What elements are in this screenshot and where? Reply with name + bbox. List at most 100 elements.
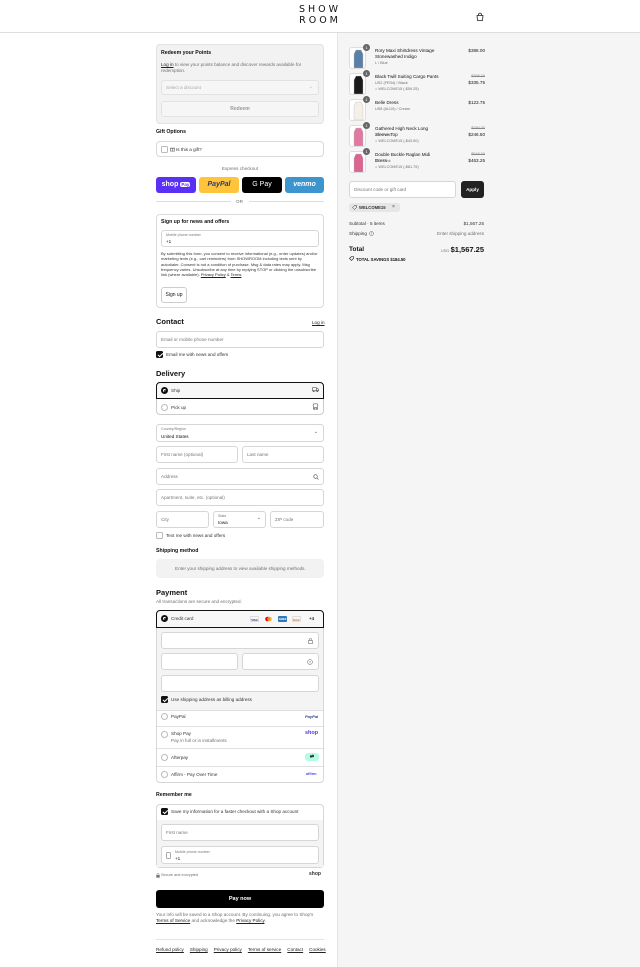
first-name-input[interactable]: First name (optional) (156, 446, 238, 463)
shop-pay-button[interactable]: shop Pay (156, 177, 196, 193)
product-name: Rory Maxi Shirtdress Vintage Stonewashed… (375, 48, 435, 59)
last-name-input[interactable]: Last name (242, 446, 324, 463)
cart-item: 1 Double Buckle Raglan Midi Dress XS / Pin… (349, 148, 485, 175)
discount-select[interactable]: Select a discount ⌄ (161, 80, 319, 95)
chevron-down-icon: ⌄ (308, 84, 313, 90)
discount-code-input[interactable]: Discount code or gift card (349, 181, 456, 198)
gift-icon (170, 147, 175, 152)
svg-text:?: ? (371, 232, 373, 236)
privacy-policy-link[interactable]: Privacy policy (214, 947, 242, 952)
pay-now-button[interactable]: Pay now (156, 890, 324, 908)
paypal-label[interactable]: PayPal (171, 714, 186, 720)
email-offers-checkbox[interactable] (156, 351, 163, 358)
privacy-policy-link[interactable]: Privacy Policy (201, 272, 226, 277)
email-offers-label: Email me with news and offers (166, 352, 229, 357)
shipping-link[interactable]: Shipping (190, 947, 208, 952)
security-code-input[interactable]: ? (242, 653, 319, 670)
afterpay-label[interactable]: Afterpay (171, 755, 188, 761)
city-input[interactable]: City (156, 511, 209, 528)
venmo-button[interactable]: venmo (285, 177, 324, 193)
ship-radio[interactable] (161, 387, 168, 394)
affirm-logo: affirm (306, 772, 317, 776)
shop-pay-radio[interactable] (161, 731, 168, 738)
footer-links: Refund policy Shipping Privacy policy Terms… (156, 947, 332, 953)
lock-icon (308, 638, 313, 644)
original-price: $290.00 (471, 126, 485, 130)
original-price: $545.00 (471, 152, 485, 156)
zip-input[interactable]: ZIP code (270, 511, 324, 528)
pickup-label[interactable]: Pick up (171, 405, 186, 411)
email-input[interactable]: Email or mobile phone number (156, 331, 324, 348)
contact-title: Contact (156, 317, 184, 326)
afterpay-radio[interactable] (161, 754, 168, 761)
contact-login-link[interactable]: Log in (312, 320, 325, 326)
shop-logo: shop (305, 730, 319, 736)
signup-button[interactable]: Sign up (161, 287, 187, 303)
help-icon[interactable]: ? (307, 659, 313, 665)
shop-terms-link[interactable]: Terms of Service (156, 918, 190, 923)
afterpay-icon: ⇄ (305, 753, 319, 761)
billing-same-checkbox[interactable] (161, 696, 168, 703)
shop-privacy-link[interactable]: Privacy Policy (236, 918, 264, 923)
paypal-radio[interactable] (161, 713, 168, 720)
terms-link[interactable]: Terms (231, 272, 242, 277)
shop-pay-label[interactable]: Shop Pay (171, 731, 191, 737)
quantity-badge: 1 (363, 44, 370, 51)
product-price: $123.75 (468, 100, 485, 105)
cardholder-name-input[interactable] (161, 675, 319, 692)
quantity-badge: 1 (363, 122, 370, 129)
country-select[interactable]: Country/Region United States ⌄ (156, 424, 324, 442)
secure-label: Secure and encrypted (161, 873, 199, 877)
payment-subtitle: All transactions are secure and encrypte… (156, 599, 242, 604)
product-variant: L / Blue (375, 61, 388, 65)
apply-button[interactable]: Apply (461, 181, 484, 198)
affirm-label[interactable]: Affirm - Pay Over Time (171, 772, 217, 778)
google-pay-button[interactable]: G Pay (242, 177, 282, 193)
shopping-bag-icon[interactable] (475, 12, 485, 22)
affirm-radio[interactable] (161, 771, 168, 778)
ship-option[interactable] (156, 382, 324, 399)
card-number-input[interactable] (161, 632, 319, 649)
points-login-link[interactable]: Log in (161, 62, 174, 67)
svg-text:?: ? (309, 660, 311, 664)
pickup-radio[interactable] (161, 404, 168, 411)
expiration-input[interactable] (161, 653, 238, 670)
gift-checkbox[interactable] (161, 146, 168, 153)
product-price: $246.50 (468, 132, 485, 137)
total-savings: TOTAL SAVINGS $184.50 (356, 257, 406, 262)
product-discount: ⌂ WELCOME15 (-$43.50) (375, 139, 419, 143)
payment-title: Payment (156, 588, 188, 597)
lock-icon (156, 873, 160, 878)
divider (157, 766, 323, 767)
paypal-button[interactable]: PayPal (199, 177, 239, 193)
paypal-logo: PayPal (305, 714, 319, 719)
terms-of-service-link[interactable]: Terms of service (248, 947, 281, 952)
signup-phone-input[interactable]: Mobile phone number +1 (161, 230, 319, 247)
more-cards-badge: +4 (309, 616, 315, 621)
divider (157, 710, 323, 711)
shipping-method-message: Enter your shipping address to view avai… (175, 566, 306, 571)
subtotal-label: Subtotal · 5 items (349, 221, 385, 226)
store-icon (312, 403, 319, 410)
remember-phone-input[interactable]: Mobile phone number +1 (161, 846, 319, 864)
state-select[interactable]: State Iowa ⌄ (213, 511, 266, 528)
billing-same-label: Use shipping address as billing address (171, 697, 252, 702)
quantity-badge: 1 (363, 70, 370, 77)
product-discount: ⌂ WELCOME15 (-$59.25) (375, 87, 419, 91)
refund-policy-link[interactable]: Refund policy (156, 947, 184, 952)
text-offers-checkbox[interactable] (156, 532, 163, 539)
remove-discount-icon[interactable]: × (392, 204, 395, 210)
tag-icon (352, 205, 357, 210)
apartment-input[interactable]: Apartment, suite, etc. (optional) (156, 489, 324, 506)
divider (157, 726, 323, 727)
save-info-checkbox[interactable] (161, 808, 168, 815)
cookies-link[interactable]: Cookies (309, 947, 326, 952)
contact-link[interactable]: Contact (287, 947, 303, 952)
header: SHOW ROOM (0, 0, 640, 33)
address-input[interactable]: Address (156, 468, 324, 485)
help-icon[interactable]: ? (369, 231, 374, 236)
redeem-button[interactable]: Redeem (161, 101, 319, 117)
credit-card-radio[interactable] (161, 615, 168, 622)
showroom-logo[interactable]: SHOW ROOM (296, 4, 344, 26)
remember-first-name-input[interactable]: First name (161, 824, 319, 841)
